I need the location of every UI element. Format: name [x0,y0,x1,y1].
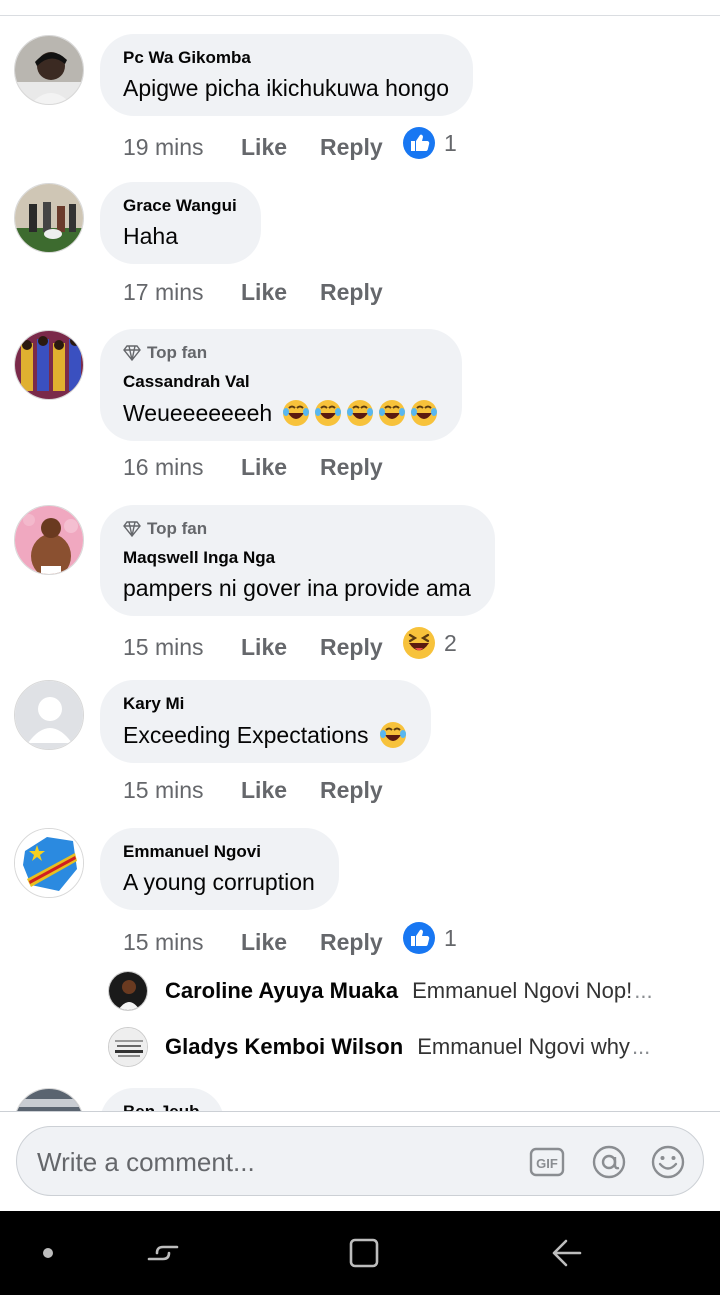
comment-bubble: Top fan Cassandrah Val Weueeeeeeeh [100,329,463,441]
comment-time: 16 mins [123,454,204,480]
top-fan-badge: Top fan [123,519,471,539]
comment-author[interactable]: Cassandrah Val [123,372,438,392]
emoji-icon[interactable] [650,1144,686,1180]
reply-author[interactable]: Gladys Kemboi Wilson [165,1034,403,1060]
avatar[interactable] [14,1088,84,1111]
reply-preview[interactable]: Gladys Kemboi Wilson Emmanuel Ngovi why … [108,1026,708,1068]
comment-time: 15 mins [123,633,204,660]
comment-time: 17 mins [123,279,204,305]
like-button[interactable]: Like [241,929,320,956]
gif-icon[interactable]: GIF [529,1144,565,1180]
reaction-summary[interactable]: 1 [402,921,457,955]
dot-icon[interactable] [28,1233,68,1273]
reaction-count: 1 [444,924,457,951]
comment-text: Exceeding Expectations [123,721,369,748]
top-fan-badge: Top fan [123,343,438,363]
home-icon[interactable] [344,1233,384,1273]
reply-avatar[interactable] [108,971,148,1011]
reply-button[interactable]: Reply [320,279,402,306]
tears-of-joy-emoji [282,399,438,427]
comment-text: Haha [123,223,178,249]
like-button[interactable]: Like [241,634,320,661]
back-icon[interactable] [546,1233,586,1273]
reply-button[interactable]: Reply [320,634,402,661]
comment-bubble: Ben Jeub [100,1088,224,1111]
reply-text: Emmanuel Ngovi why [417,1034,630,1059]
reply-ellipsis: ... [631,1034,651,1059]
reaction-summary[interactable]: 1 [402,126,457,160]
diamond-icon [123,345,141,361]
comment-text: pampers ni gover ina provide ama [123,575,471,601]
avatar[interactable] [14,828,84,898]
comment-bubble: Grace Wangui Haha [100,182,261,264]
comment-bubble: Top fan Maqswell Inga Nga pampers ni gov… [100,505,495,616]
tears-of-joy-emoji [379,722,406,748]
reaction-summary[interactable]: 2 [402,626,457,660]
comments-feed[interactable]: Pc Wa Gikomba Apigwe picha ikichukuwa ho… [0,0,720,1111]
reaction-count: 1 [444,129,457,156]
like-button[interactable]: Like [241,777,320,804]
composer-divider [0,1111,720,1112]
comment-author[interactable]: Ben Jeub [123,1102,200,1111]
svg-text:GIF: GIF [536,1156,558,1171]
reply-button[interactable]: Reply [320,454,402,481]
avatar[interactable] [14,35,84,105]
comment-author[interactable]: Kary Mi [123,694,407,714]
recent-apps-icon[interactable] [143,1233,183,1273]
mention-icon[interactable] [591,1144,627,1180]
reply-preview[interactable]: Caroline Ayuya Muaka Emmanuel Ngovi Nop!… [108,970,708,1012]
reply-button[interactable]: Reply [320,777,402,804]
reply-avatar[interactable] [108,1027,148,1067]
haha-reaction-icon [403,627,435,659]
comment-composer[interactable]: Write a comment... GIF [16,1126,704,1196]
comment-text: Apigwe picha ikichukuwa hongo [123,75,450,101]
reply-text: Emmanuel Ngovi Nop! [412,978,633,1003]
comment-bubble: Kary Mi Exceeding Expectations [100,680,431,763]
comment-bubble: Pc Wa Gikomba Apigwe picha ikichukuwa ho… [100,34,474,116]
avatar[interactable] [14,330,84,400]
comment-author[interactable]: Pc Wa Gikomba [123,48,449,68]
comment-author[interactable]: Emmanuel Ngovi [123,842,315,862]
like-button[interactable]: Like [241,454,320,481]
like-reaction-icon [403,127,435,159]
system-navigation-bar [0,1211,720,1295]
comment-text: A young corruption [123,869,315,895]
reply-button[interactable]: Reply [320,134,402,161]
comment-input[interactable]: Write a comment... [37,1147,255,1178]
comment-text: Weueeeeeeeh [123,399,273,426]
reply-button[interactable]: Reply [320,929,402,956]
comment-time: 19 mins [123,133,204,160]
reply-author[interactable]: Caroline Ayuya Muaka [165,978,398,1004]
comment-author[interactable]: Grace Wangui [123,196,237,216]
like-reaction-icon [403,922,435,954]
comment-bubble: Emmanuel Ngovi A young corruption [100,828,339,910]
avatar[interactable] [14,680,84,750]
like-button[interactable]: Like [241,134,320,161]
comment-time: 15 mins [123,928,204,955]
like-button[interactable]: Like [241,279,320,306]
comment-author[interactable]: Maqswell Inga Nga [123,548,471,568]
reaction-count: 2 [444,629,457,656]
reply-ellipsis: ... [634,978,653,1003]
comment-time: 15 mins [123,777,204,803]
avatar[interactable] [14,183,84,253]
avatar[interactable] [14,505,84,575]
diamond-icon [123,521,141,537]
